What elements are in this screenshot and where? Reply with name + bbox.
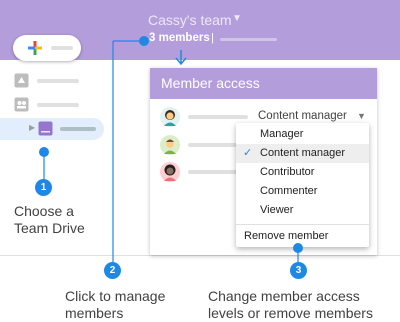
sidebar-label-placeholder [37,103,79,107]
sidebar-label-placeholder [37,79,79,83]
plus-icon [28,41,42,55]
dialog-header: Member access [150,68,377,99]
callout-dot [139,36,149,46]
sidebar-item-shared[interactable] [0,94,104,116]
dialog-title: Member access [161,75,260,91]
chevron-right-icon[interactable]: ▶ [29,123,35,132]
sidebar-item-my-drive[interactable] [0,70,104,92]
menu-item-remove-member[interactable]: Remove member [236,227,369,246]
new-button-label-placeholder [51,46,73,50]
woman-avatar-icon [160,107,180,127]
drive-icon [14,73,29,88]
man-avatar-icon [160,135,180,155]
woman-curly-avatar-icon [160,162,180,182]
menu-item-contributor[interactable]: Contributor [236,163,369,182]
sidebar-label-placeholder [60,127,96,131]
menu-divider [236,224,369,225]
callout-dot [293,243,303,253]
menu-item-viewer[interactable]: Viewer [236,201,369,220]
check-icon: ✓ [243,147,253,159]
new-button[interactable] [13,35,81,61]
shared-icon [14,97,29,112]
menu-item-manager[interactable]: Manager [236,125,369,144]
sidebar-item-team-drive[interactable]: ▶ [0,118,104,140]
role-menu: Manager ✓ Content manager Contributor Co… [236,123,369,247]
members-link[interactable]: 3 members [149,32,210,44]
callout-badge-2: 2 [104,262,121,279]
member-role-dropdown[interactable]: Content manager [258,110,347,122]
callout-badge-3: 3 [290,262,307,279]
callout-2-caption: Click to manage members [65,288,166,321]
callout-dot [39,147,49,157]
menu-item-commenter[interactable]: Commenter [236,182,369,201]
members-separator: | [211,32,214,44]
callout-badge-1: 1 [35,179,52,196]
placeholder-line [220,38,277,41]
callout-3-caption: Change member access levels or remove me… [208,288,373,321]
chevron-down-icon[interactable]: ▼ [357,111,366,121]
team-name[interactable]: Cassy's team [148,12,232,28]
chevron-down-icon[interactable]: ▼ [232,13,242,24]
callout-1-caption: Choose a Team Drive [14,203,85,236]
member-name-placeholder [188,170,243,174]
member-name-placeholder [188,115,248,119]
menu-item-content-manager[interactable]: ✓ Content manager [236,144,369,163]
team-drive-icon [38,121,53,136]
member-name-placeholder [188,143,238,147]
